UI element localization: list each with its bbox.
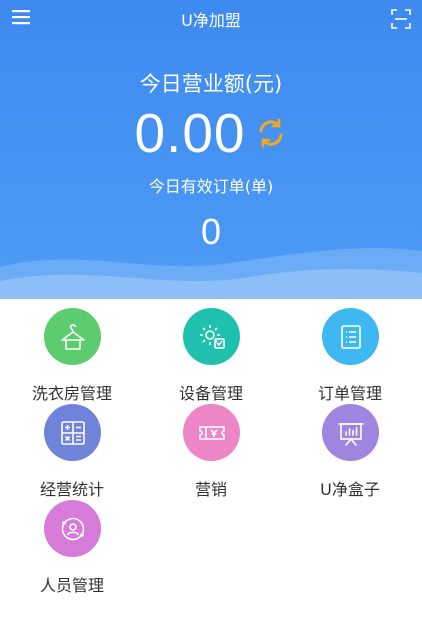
today-revenue-value: 0.00	[134, 102, 246, 164]
staff-circle-icon	[44, 500, 101, 557]
u-box-label: U净盒子	[320, 480, 380, 499]
today-revenue-label: 今日营业额(元)	[139, 72, 283, 96]
device-settings-icon	[183, 308, 240, 365]
refresh-icon[interactable]	[254, 116, 288, 150]
laundry-management-label: 洗衣房管理	[31, 384, 112, 403]
order-management-button[interactable]: 订单管理	[280, 308, 420, 403]
order-management-label: 订单管理	[317, 384, 382, 403]
marketing-label: 营销	[194, 480, 227, 499]
today-orders-label: 今日有效订单(单)	[148, 177, 274, 196]
business-statistics-button[interactable]: 经营统计	[2, 404, 142, 499]
app-title: U净加盟	[181, 11, 241, 30]
presentation-board-icon	[322, 404, 379, 461]
device-management-button[interactable]: 设备管理	[141, 308, 281, 403]
u-box-button[interactable]: U净盒子	[280, 404, 420, 499]
order-list-icon	[322, 308, 379, 365]
business-statistics-label: 经营统计	[39, 480, 104, 499]
laundry-management-button[interactable]: 洗衣房管理	[2, 308, 142, 403]
calculator-icon	[44, 404, 101, 461]
dashboard-header: U净加盟 今日营业额(元) 0.00 今日有效订单(单) 0	[0, 0, 422, 299]
hanger-icon	[44, 308, 101, 365]
scan-frame-icon[interactable]	[390, 8, 412, 30]
marketing-button[interactable]: 营销	[141, 404, 281, 499]
today-orders-value: 0	[200, 211, 222, 252]
revenue-row: 0.00	[0, 101, 422, 165]
staff-management-label: 人员管理	[39, 576, 104, 595]
staff-management-button[interactable]: 人员管理	[2, 500, 142, 595]
device-management-label: 设备管理	[178, 384, 243, 403]
coupon-icon	[183, 404, 240, 461]
